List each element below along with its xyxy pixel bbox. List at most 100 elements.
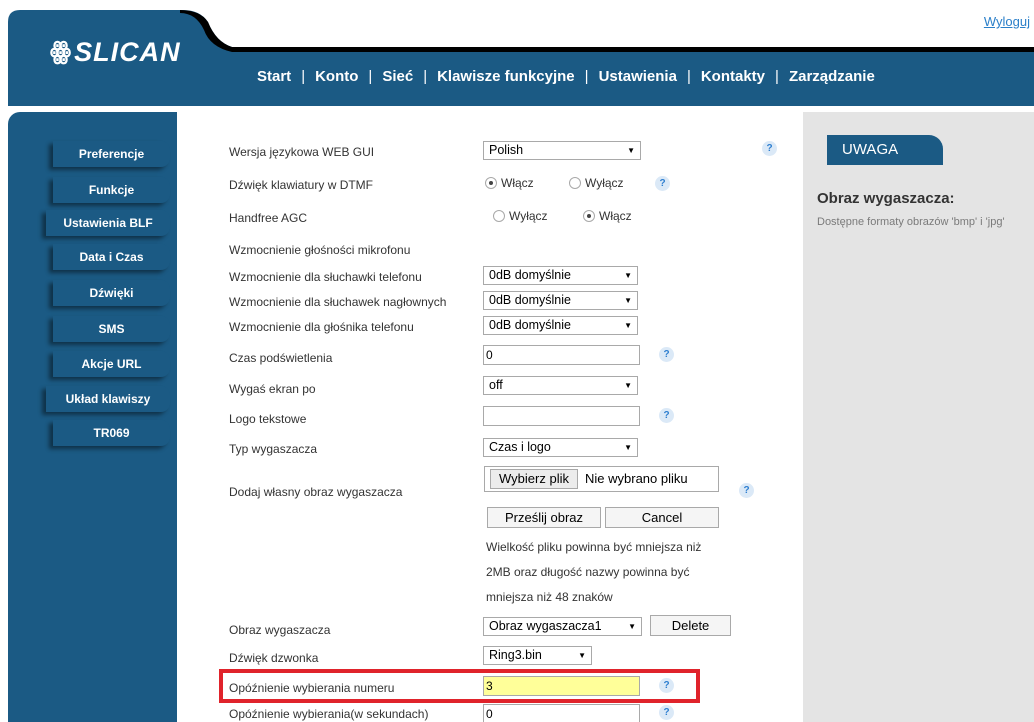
notes-title: Obraz wygaszacza: bbox=[817, 190, 955, 207]
sidebar-item-akcje-url[interactable]: Akcje URL bbox=[53, 351, 170, 377]
chevron-down-icon: ▼ bbox=[578, 651, 586, 660]
sidebar-item-funkcje[interactable]: Funkcje bbox=[53, 177, 170, 203]
saver-image-value: Obraz wygaszacza1 bbox=[489, 619, 602, 633]
help-icon[interactable]: ? bbox=[659, 347, 674, 362]
help-icon[interactable]: ? bbox=[655, 176, 670, 191]
nav-zarzadzanie[interactable]: Zarządzanie bbox=[789, 68, 875, 85]
nav-start[interactable]: Start bbox=[257, 68, 291, 85]
chevron-down-icon: ▼ bbox=[624, 443, 632, 452]
upload-info-line: 2MB oraz długość nazwy powinna być bbox=[486, 565, 690, 579]
logo-text-input[interactable] bbox=[483, 406, 640, 426]
chevron-down-icon: ▼ bbox=[624, 271, 632, 280]
help-icon[interactable]: ? bbox=[659, 408, 674, 423]
chevron-down-icon: ▼ bbox=[624, 381, 632, 390]
delete-button[interactable]: Delete bbox=[650, 615, 731, 636]
nav-ustawienia[interactable]: Ustawienia bbox=[599, 68, 677, 85]
radio-dot bbox=[485, 177, 497, 189]
upload-info-line: Wielkość pliku powinna być mniejsza niż bbox=[486, 540, 702, 554]
main-nav: Start | Konto | Sieć | Klawisze funkcyjn… bbox=[257, 64, 875, 88]
sidebar-item-preferencje[interactable]: Preferencje bbox=[53, 141, 170, 167]
saver-image-select[interactable]: Obraz wygaszacza1 ▼ bbox=[483, 617, 642, 636]
help-icon[interactable]: ? bbox=[739, 483, 754, 498]
backlight-input[interactable]: 0 bbox=[483, 345, 640, 365]
upload-label: Dodaj własny obraz wygaszacza bbox=[229, 485, 403, 499]
screen-off-select[interactable]: off ▼ bbox=[483, 376, 638, 395]
radio-dot bbox=[569, 177, 581, 189]
gain-speaker-label: Wzmocnienie dla głośnika telefonu bbox=[229, 320, 414, 334]
saver-type-label: Typ wygaszacza bbox=[229, 442, 318, 456]
language-select[interactable]: Polish ▼ bbox=[483, 141, 641, 160]
nav-separator: | bbox=[368, 67, 373, 85]
backlight-label: Czas podświetlenia bbox=[229, 351, 333, 365]
agc-off-label: Wyłącz bbox=[509, 209, 548, 223]
dial-delay-sec-label: Opóźnienie wybierania(w sekundach) bbox=[229, 707, 429, 721]
dtmf-off-radio[interactable]: Wyłącz bbox=[569, 176, 624, 190]
page: Wyloguj ꙮ SLICAN Start | Konto | Sieć | … bbox=[0, 0, 1034, 722]
saver-image-label: Obraz wygaszacza bbox=[229, 623, 331, 637]
nav-separator: | bbox=[775, 67, 779, 85]
nav-separator: | bbox=[423, 67, 428, 85]
chevron-down-icon: ▼ bbox=[624, 296, 632, 305]
help-icon[interactable]: ? bbox=[762, 141, 777, 156]
logout-link[interactable]: Wyloguj bbox=[984, 14, 1030, 29]
agc-label: Handfree AGC bbox=[229, 211, 308, 225]
saver-type-select[interactable]: Czas i logo ▼ bbox=[483, 438, 638, 457]
chevron-down-icon: ▼ bbox=[627, 146, 635, 155]
agc-on-radio[interactable]: Włącz bbox=[583, 209, 632, 223]
saver-type-value: Czas i logo bbox=[489, 440, 551, 454]
nav-konto[interactable]: Konto bbox=[315, 68, 358, 85]
gain-handset-select[interactable]: 0dB domyślnie ▼ bbox=[483, 266, 638, 285]
sidebar-item-uklad-klawiszy[interactable]: Układ klawiszy bbox=[46, 386, 170, 412]
ringtone-label: Dźwięk dzwonka bbox=[229, 651, 319, 665]
gain-headset-value: 0dB domyślnie bbox=[489, 293, 571, 307]
sidebar-item-sms[interactable]: SMS bbox=[53, 316, 170, 342]
help-icon[interactable]: ? bbox=[659, 705, 674, 720]
nav-klawisze-funkcyjne[interactable]: Klawisze funkcyjne bbox=[437, 68, 575, 85]
agc-off-radio[interactable]: Wyłącz bbox=[493, 209, 548, 223]
radio-dot bbox=[583, 210, 595, 222]
logo-text-label: Logo tekstowe bbox=[229, 412, 307, 426]
chevron-down-icon: ▼ bbox=[624, 321, 632, 330]
slican-logo-icon: ꙮ bbox=[50, 38, 72, 65]
sidebar-item-dzwieki[interactable]: Dźwięki bbox=[53, 280, 170, 306]
dtmf-label: Dźwięk klawiatury w DTMF bbox=[229, 178, 374, 192]
slican-logo: ꙮ SLICAN bbox=[50, 34, 181, 70]
highlight-box bbox=[219, 669, 700, 703]
language-value: Polish bbox=[489, 143, 524, 157]
upload-info-line: mniejsza niż 48 znaków bbox=[486, 590, 613, 604]
notes-text: Dostępne formaty obrazów 'bmp' i 'jpg' bbox=[817, 216, 1005, 228]
screen-off-value: off bbox=[489, 378, 503, 392]
no-file-text: Nie wybrano pliku bbox=[585, 471, 688, 486]
sidebar-item-data-i-czas[interactable]: Data i Czas bbox=[53, 244, 170, 270]
cancel-button[interactable]: Cancel bbox=[605, 507, 719, 528]
nav-kontakty[interactable]: Kontakty bbox=[701, 68, 765, 85]
mic-gain-header: Wzmocnienie głośności mikrofonu bbox=[229, 243, 411, 257]
sidebar-item-tr069[interactable]: TR069 bbox=[53, 420, 170, 446]
nav-separator: | bbox=[584, 67, 589, 85]
dtmf-on-radio[interactable]: Włącz bbox=[485, 176, 534, 190]
notes-panel: UWAGA Obraz wygaszacza: Dostępne formaty… bbox=[803, 112, 1034, 722]
screen-off-label: Wygaś ekran po bbox=[229, 382, 316, 396]
gain-speaker-select[interactable]: 0dB domyślnie ▼ bbox=[483, 316, 638, 335]
language-label: Wersja językowa WEB GUI bbox=[229, 145, 375, 159]
radio-dot bbox=[493, 210, 505, 222]
dial-delay-sec-input[interactable]: 0 bbox=[483, 704, 640, 722]
ringtone-select[interactable]: Ring3.bin ▼ bbox=[483, 646, 592, 665]
nav-siec[interactable]: Sieć bbox=[382, 68, 413, 85]
logo-text: SLICAN bbox=[74, 36, 181, 67]
gain-headset-select[interactable]: 0dB domyślnie ▼ bbox=[483, 291, 638, 310]
sidebar: Preferencje Funkcje Ustawienia BLF Data … bbox=[8, 112, 177, 722]
gain-speaker-value: 0dB domyślnie bbox=[489, 318, 571, 332]
dtmf-off-label: Wyłącz bbox=[585, 176, 624, 190]
choose-file-button[interactable]: Wybierz plik bbox=[490, 469, 578, 489]
dtmf-on-label: Włącz bbox=[501, 176, 534, 190]
nav-separator: | bbox=[301, 67, 306, 85]
upload-image-button[interactable]: Prześlij obraz bbox=[487, 507, 601, 528]
sidebar-item-ustawienia-blf[interactable]: Ustawienia BLF bbox=[46, 210, 170, 236]
gain-handset-label: Wzmocnienie dla słuchawki telefonu bbox=[229, 270, 422, 284]
nav-separator: | bbox=[686, 67, 691, 85]
agc-on-label: Włącz bbox=[599, 209, 632, 223]
ringtone-value: Ring3.bin bbox=[489, 648, 542, 662]
chevron-down-icon: ▼ bbox=[628, 622, 636, 631]
gain-handset-value: 0dB domyślnie bbox=[489, 268, 571, 282]
